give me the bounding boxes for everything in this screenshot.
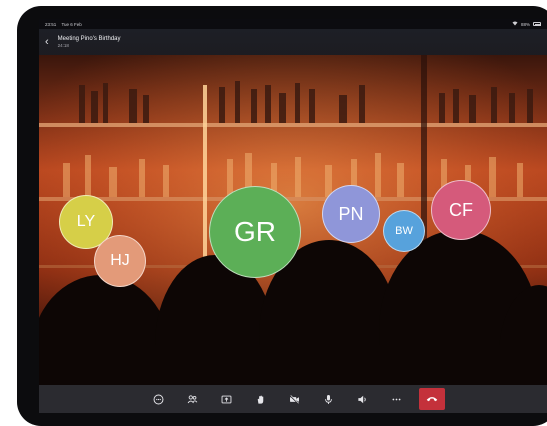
camera-button[interactable] bbox=[277, 385, 311, 413]
raise-hand-icon bbox=[257, 395, 263, 404]
participants-icon bbox=[187, 394, 197, 403]
meeting-duration: 24:18 bbox=[57, 43, 69, 48]
share-screen-button[interactable] bbox=[209, 385, 243, 413]
participant-avatar-hj[interactable]: HJ bbox=[94, 235, 146, 287]
wifi-icon bbox=[512, 21, 518, 27]
share-screen-icon bbox=[221, 395, 231, 403]
chat-button[interactable] bbox=[141, 385, 175, 413]
hang-up-button[interactable] bbox=[419, 388, 445, 410]
participant-avatar-gr[interactable]: GR bbox=[209, 186, 301, 278]
microphone-button[interactable] bbox=[311, 385, 345, 413]
status-bar: 23:51 Tue 6 Feb 88% bbox=[39, 19, 547, 29]
raise-hand-button[interactable] bbox=[243, 385, 277, 413]
participant-initials: PN bbox=[338, 203, 364, 224]
microphone-icon bbox=[324, 394, 332, 404]
hang-up-icon bbox=[426, 397, 438, 402]
call-control-bar bbox=[39, 385, 547, 413]
meeting-header: ‹ Meeting Pino's Birthday 24:18 bbox=[39, 29, 547, 55]
speaker-button[interactable] bbox=[345, 385, 379, 413]
battery-icon bbox=[533, 22, 541, 26]
participant-avatar-pn[interactable]: PN bbox=[322, 185, 380, 243]
participant-initials: HJ bbox=[110, 252, 130, 269]
back-chevron-icon[interactable]: ‹ bbox=[45, 36, 49, 48]
meeting-screen: 23:51 Tue 6 Feb 88% ‹ Meeting Pino's Bir… bbox=[39, 19, 547, 413]
status-date: Tue 6 Feb bbox=[61, 21, 82, 27]
participant-avatar-bw[interactable]: BW bbox=[383, 210, 425, 252]
participant-initials: LY bbox=[76, 213, 96, 230]
participant-initials: BW bbox=[395, 225, 413, 237]
camera-icon bbox=[289, 394, 299, 404]
speaker-icon bbox=[357, 395, 366, 403]
participants-button[interactable] bbox=[175, 385, 209, 413]
more-options-button[interactable] bbox=[379, 385, 413, 413]
chat-icon bbox=[153, 394, 163, 404]
participant-avatar-cf[interactable]: CF bbox=[431, 180, 491, 240]
participant-initials: CF bbox=[449, 199, 473, 220]
status-time: 23:51 bbox=[45, 21, 57, 27]
participant-initials: GR bbox=[234, 216, 276, 247]
battery-percent: 88% bbox=[520, 21, 530, 27]
more-icon bbox=[392, 398, 400, 400]
meeting-title: Meeting Pino's Birthday bbox=[57, 36, 121, 42]
